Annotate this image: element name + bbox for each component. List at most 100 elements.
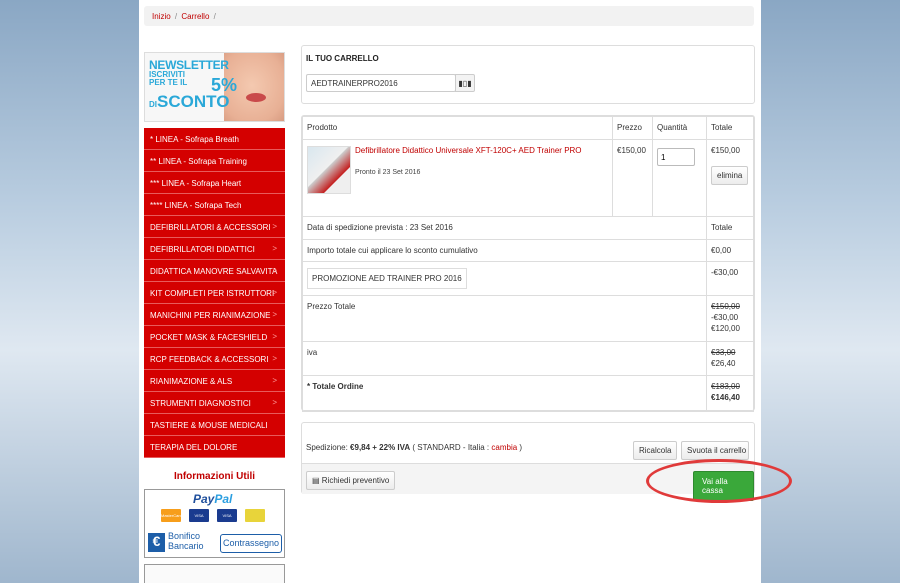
- cart-item-row: Defibrillatore Didattico Universale XFT-…: [302, 139, 754, 217]
- promo-label: PROMOZIONE AED TRAINER PRO 2016: [307, 268, 467, 289]
- checkout-bar: ▤ Richiedi preventivo Vai alla cassa: [302, 463, 754, 501]
- menu-item-label: RIANIMAZIONE & ALS: [150, 377, 233, 386]
- menu-item-label: KIT COMPLETI PER ISTRUTTORI: [150, 289, 275, 298]
- menu-item-label: *** LINEA - Sofrapa Heart: [150, 179, 242, 188]
- product-ready-date: Pronto il 23 Set 2016: [355, 169, 421, 176]
- menu-item[interactable]: RCP FEEDBACK & ACCESSORI >: [144, 348, 285, 370]
- menu-item[interactable]: *** LINEA - Sofrapa Heart: [144, 172, 285, 194]
- menu-item[interactable]: DEFIBRILLATORI & ACCESSORI >: [144, 216, 285, 238]
- col-product: Prodotto: [302, 116, 613, 140]
- card-logo: VISA: [217, 509, 237, 522]
- bonifico-line2: Bancario: [168, 540, 204, 551]
- shipping-detail: ( STANDARD - Italia :: [412, 443, 490, 452]
- menu-item[interactable]: DEFIBRILLATORI DIDATTICI >: [144, 238, 285, 260]
- iva-new: €26,40: [711, 359, 736, 368]
- col-price: Prezzo: [612, 116, 653, 140]
- menu-item[interactable]: STRUMENTI DIAGNOSTICI >: [144, 392, 285, 414]
- menu-item-label: ** LINEA - Sofrapa Training: [150, 157, 247, 166]
- card-logos: MasterCard VISA VISA: [161, 509, 265, 522]
- menu-item-label: TERAPIA DEL DOLORE: [150, 443, 238, 452]
- breadcrumb-cart-link[interactable]: Carrello: [181, 12, 209, 21]
- category-menu: * LINEA - Sofrapa Breath ** LINEA - Sofra…: [144, 128, 285, 458]
- menu-item-label: STRUMENTI DIAGNOSTICI: [150, 399, 251, 408]
- iva-label: iva: [302, 341, 707, 376]
- menu-item[interactable]: KIT COMPLETI PER ISTRUTTORI >: [144, 282, 285, 304]
- quantity-input[interactable]: [657, 148, 695, 166]
- menu-item-label: * LINEA - Sofrapa Breath: [150, 135, 239, 144]
- card-logo: MasterCard: [161, 509, 182, 522]
- chevron-right-icon: >: [272, 288, 277, 297]
- shipping-change-link[interactable]: cambia: [491, 443, 517, 452]
- bonifico-logo: € Bonifico Bancario: [148, 531, 218, 555]
- newsletter-banner[interactable]: NEWSLETTER ISCRIVITI PER TE IL DISCONTO …: [144, 52, 285, 122]
- coupon-input[interactable]: [306, 74, 456, 92]
- document-icon: ▤: [312, 476, 322, 485]
- shipping-close: ): [519, 443, 523, 452]
- card-logo: VISA: [189, 509, 209, 522]
- subtotal-label: Prezzo Totale: [302, 295, 707, 342]
- bottom-banner: [144, 564, 285, 583]
- menu-item-label: DEFIBRILLATORI & ACCESSORI: [150, 223, 271, 232]
- menu-item-label: POCKET MASK & FACESHIELD: [150, 333, 268, 342]
- paypal-logo-part1: Pay: [193, 492, 215, 506]
- menu-item[interactable]: **** LINEA - Sofrapa Tech: [144, 194, 285, 216]
- checkout-button[interactable]: Vai alla cassa: [693, 471, 754, 501]
- newsletter-percent: 5%: [211, 75, 238, 95]
- chevron-right-icon: >: [272, 354, 277, 363]
- chevron-right-icon: >: [272, 244, 277, 253]
- paypal-logo-part2: Pal: [214, 492, 233, 506]
- menu-item-label: **** LINEA - Sofrapa Tech: [150, 201, 242, 210]
- payment-methods-box: PayPal MasterCard VISA VISA € Bonifico Ban…: [144, 489, 285, 558]
- menu-item[interactable]: RIANIMAZIONE & ALS >: [144, 370, 285, 392]
- subtotal-new: €120,00: [711, 324, 740, 333]
- menu-item-label: RCP FEEDBACK & ACCESSORI: [150, 355, 269, 364]
- barcode-icon[interactable]: ▮▯▮: [455, 74, 475, 92]
- shipping-info: Spedizione: €9,84 + 22% IVA ( STANDARD -…: [306, 443, 522, 452]
- shipping-date: Data di spedizione prevista : 23 Set 201…: [302, 216, 707, 240]
- col-qty: Quantità: [652, 116, 707, 140]
- menu-item[interactable]: DIDATTICA MANOVRE SALVAVITA >: [144, 260, 285, 282]
- cart-title: IL TUO CARRELLO: [306, 54, 379, 63]
- breadcrumb-separator: /: [174, 12, 178, 21]
- menu-item[interactable]: MANICHINI PER RIANIMAZIONE >: [144, 304, 285, 326]
- menu-item-label: DEFIBRILLATORI DIDATTICI: [150, 245, 255, 254]
- shipping-prefix: Spedizione:: [306, 443, 348, 452]
- discount-value: €0,00: [706, 239, 754, 262]
- menu-item[interactable]: * LINEA - Sofrapa Breath: [144, 128, 285, 150]
- order-total-label: * Totale Ordine: [302, 375, 707, 412]
- order-total-old: €183,00: [711, 382, 740, 391]
- recalculate-button[interactable]: Ricalcola: [633, 441, 678, 460]
- promo-value: -€30,00: [706, 261, 754, 296]
- newsletter-lips-image: [246, 93, 266, 102]
- product-thumbnail[interactable]: [307, 146, 351, 194]
- shipping-amount: €9,84 + 22% IVA: [350, 443, 411, 452]
- breadcrumb-separator: /: [213, 12, 216, 21]
- empty-cart-button[interactable]: Svuota il carrello: [681, 441, 749, 460]
- menu-item-label: TASTIERE & MOUSE MEDICALI: [150, 421, 268, 430]
- cart-header-panel: IL TUO CARRELLO ▮▯▮: [301, 45, 755, 104]
- request-quote-button[interactable]: ▤ Richiedi preventivo: [306, 471, 396, 490]
- chevron-right-icon: >: [272, 376, 277, 385]
- menu-item[interactable]: POCKET MASK & FACESHIELD >: [144, 326, 285, 348]
- chevron-right-icon: >: [272, 222, 277, 231]
- menu-item[interactable]: ** LINEA - Sofrapa Training: [144, 150, 285, 172]
- discount-label: Importo totale cui applicare lo sconto c…: [302, 239, 707, 262]
- breadcrumb-home-link[interactable]: Inizio: [152, 12, 171, 21]
- menu-item-label: MANICHINI PER RIANIMAZIONE: [150, 311, 271, 320]
- menu-item-label: DIDATTICA MANOVRE SALVAVITA: [150, 267, 278, 276]
- product-price: €150,00: [612, 139, 653, 217]
- shipping-panel: Spedizione: €9,84 + 22% IVA ( STANDARD -…: [301, 422, 755, 501]
- order-total-new: €146,40: [711, 393, 740, 402]
- remove-button[interactable]: elimina: [711, 166, 749, 185]
- menu-item[interactable]: TASTIERE & MOUSE MEDICALI: [144, 414, 285, 436]
- chevron-right-icon: >: [272, 398, 277, 407]
- contrassegno-logo: Contrassegno: [220, 534, 282, 553]
- iva-old: €33,00: [711, 348, 736, 357]
- chevron-right-icon: >: [272, 310, 277, 319]
- product-name-link[interactable]: Defibrillatore Didattico Universale XFT-…: [307, 146, 608, 155]
- card-logo: [245, 509, 265, 522]
- menu-item[interactable]: TERAPIA DEL DOLORE: [144, 436, 285, 458]
- subtotal-old: €150,00: [711, 302, 740, 311]
- request-quote-label: Richiedi preventivo: [321, 476, 390, 485]
- page-container: Inizio / Carrello / NEWSLETTER ISCRIVITI…: [139, 0, 761, 583]
